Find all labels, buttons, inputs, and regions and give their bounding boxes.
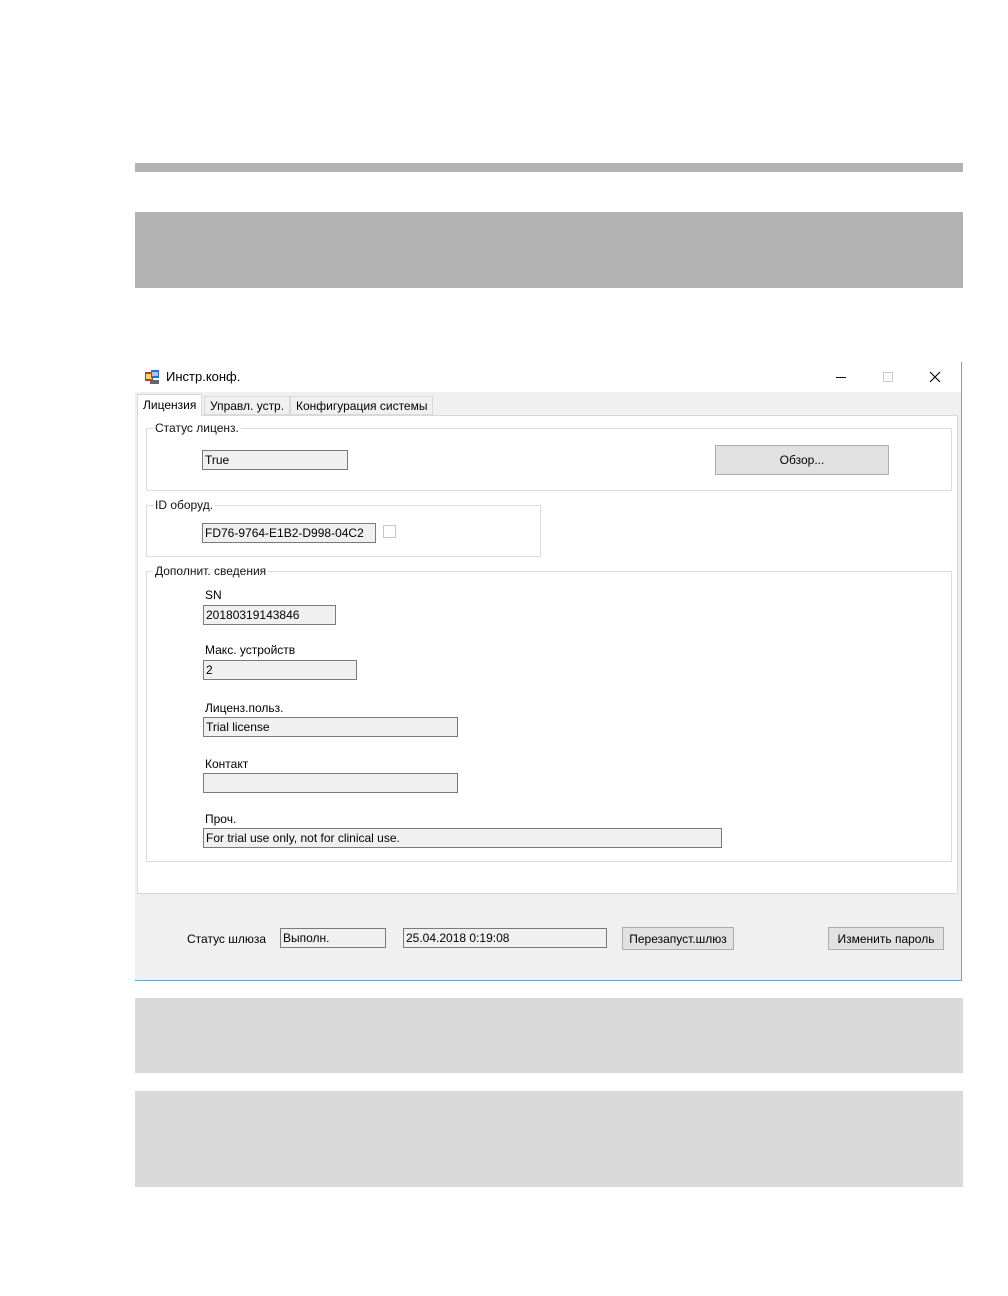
maximize-button[interactable]	[865, 362, 911, 392]
contact-label: Контакт	[205, 757, 249, 771]
hardware-id-legend: ID оборуд.	[155, 498, 214, 512]
max-devices-field[interactable]: 2	[203, 660, 357, 680]
gateway-status-label: Статус шлюза	[187, 932, 267, 946]
max-devices-label: Макс. устройств	[205, 643, 296, 657]
gateway-status-field[interactable]: Выполн.	[280, 928, 386, 948]
browse-button[interactable]: Обзор...	[715, 445, 889, 475]
gray-band-bottom	[135, 1091, 963, 1187]
gray-band-lower	[135, 998, 963, 1073]
license-status-legend: Статус лиценз.	[155, 421, 239, 435]
license-tab-page: Статус лиценз. True Обзор... ID оборуд. …	[137, 415, 958, 894]
licensed-user-label: Лиценз.польз.	[205, 701, 284, 715]
change-password-button[interactable]: Изменить пароль	[828, 927, 944, 950]
other-label: Проч.	[205, 812, 237, 826]
sn-label: SN	[205, 588, 222, 602]
licensed-user-field[interactable]: Trial license	[203, 717, 458, 737]
maximize-icon	[883, 372, 893, 382]
gray-band-top	[135, 163, 963, 172]
other-field[interactable]: For trial use only, not for clinical use…	[203, 828, 722, 848]
tab-device-management[interactable]: Управл. устр.	[204, 396, 291, 415]
title-bar[interactable]: Инстр.конф.	[135, 362, 961, 392]
gateway-timestamp-field[interactable]: 25.04.2018 0:19:08	[403, 928, 607, 948]
gray-band-header	[135, 212, 963, 288]
license-status-field[interactable]: True	[202, 450, 348, 470]
close-button[interactable]	[912, 362, 958, 392]
sn-field[interactable]: 20180319143846	[203, 605, 336, 625]
contact-field[interactable]	[203, 773, 458, 793]
hardware-id-field[interactable]: FD76-9764-E1B2-D998-04C2	[202, 523, 376, 543]
additional-info-legend: Дополнит. сведения	[155, 564, 267, 578]
app-icon	[145, 370, 159, 384]
tab-license[interactable]: Лицензия	[137, 394, 203, 416]
minimize-button[interactable]	[818, 362, 864, 392]
minimize-icon	[836, 377, 846, 378]
window-title: Инстр.конф.	[166, 369, 241, 384]
config-tool-window: Инстр.конф. Лицензия Управл. устр. Конфи…	[135, 362, 962, 981]
restart-gateway-button[interactable]: Перезапуст.шлюз	[622, 927, 734, 950]
tab-system-configuration[interactable]: Конфигурация системы	[290, 396, 434, 415]
close-icon	[929, 371, 941, 383]
hardware-id-checkbox[interactable]	[383, 525, 396, 538]
